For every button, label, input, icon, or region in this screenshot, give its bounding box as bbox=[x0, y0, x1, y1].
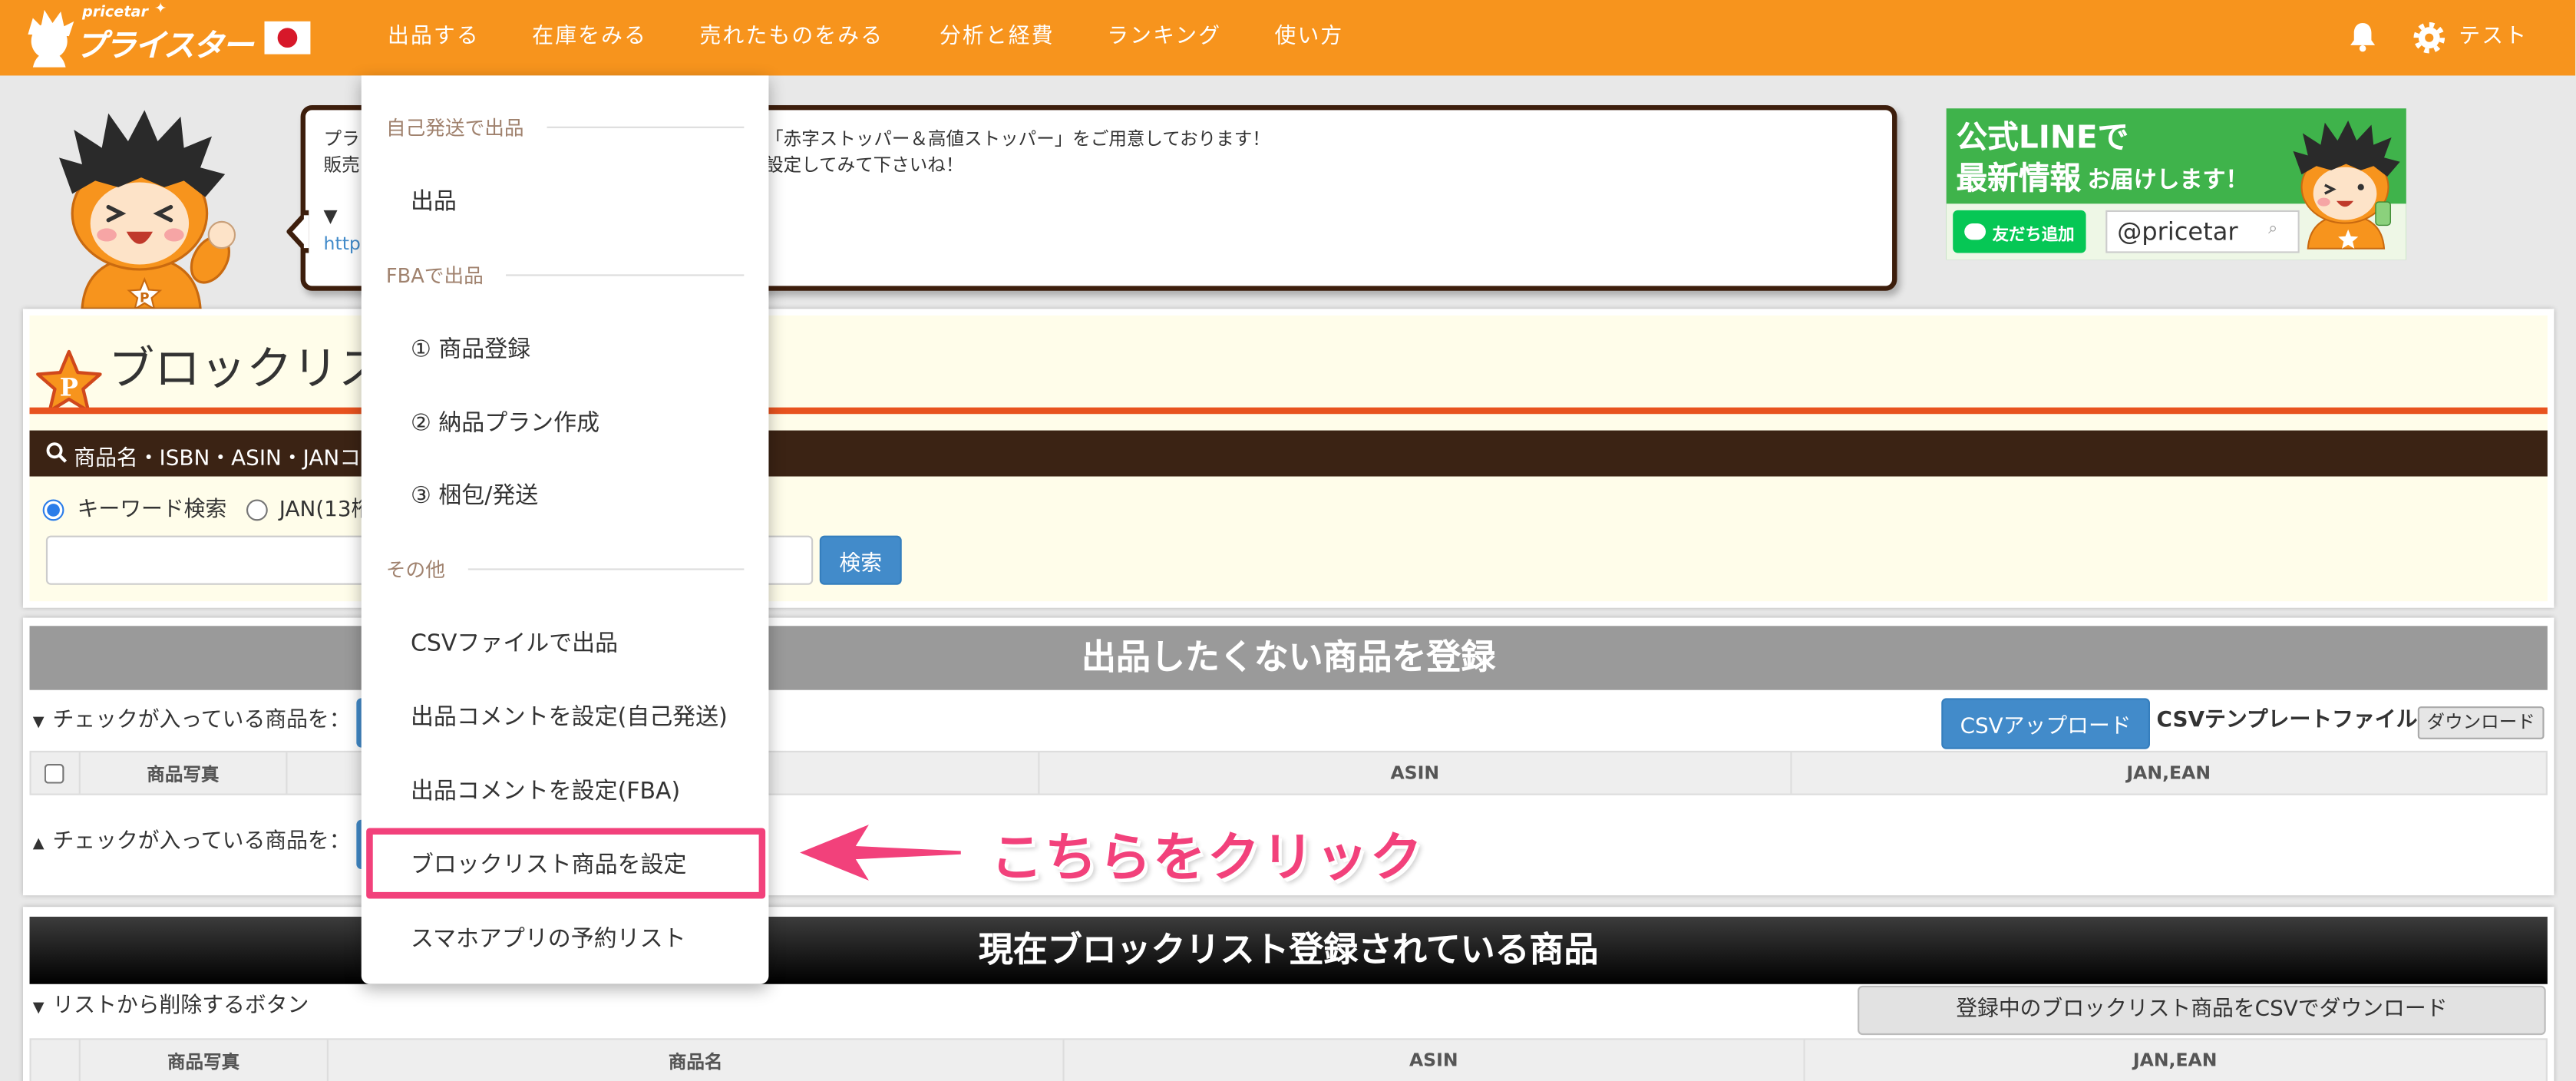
user-menu[interactable]: テスト bbox=[2459, 25, 2528, 51]
logo-small-text: pricetar bbox=[81, 5, 149, 21]
annotation-text: こちらをクリック bbox=[990, 826, 1425, 889]
menu-item-packing-shipping[interactable]: ③ 梱包/発送 bbox=[362, 458, 769, 531]
column-header-asin: ASIN bbox=[1065, 1040, 1805, 1081]
radio-jan-search[interactable] bbox=[246, 499, 268, 521]
caret-down-icon: ▼ bbox=[32, 714, 45, 732]
column-header-name: 商品名 bbox=[328, 1040, 1065, 1081]
add-friend-label: 友だち追加 bbox=[1992, 226, 2075, 244]
arrow-left-icon bbox=[800, 825, 961, 881]
menu-section-label: FBAで出品 bbox=[385, 263, 484, 287]
divider bbox=[467, 567, 745, 570]
gear-icon[interactable] bbox=[2413, 21, 2446, 55]
notice-line-1: 「赤字ストッパー＆高値ストッパー」をご用意しております！ bbox=[765, 127, 1270, 150]
menu-item-shipment-plan[interactable]: ② 納品プラン作成 bbox=[362, 386, 769, 458]
mascot-image: P bbox=[59, 110, 236, 309]
csv-template-label: CSVテンプレートファイル bbox=[2156, 708, 2418, 733]
japan-flag-icon[interactable] bbox=[264, 21, 311, 55]
nav-item-analysis[interactable]: 分析と経費 bbox=[940, 25, 1055, 51]
notice-toggle-arrow[interactable]: ▼ bbox=[324, 205, 338, 228]
logo-main-text: プライスター bbox=[75, 28, 253, 64]
menu-section-label: 自己発送で出品 bbox=[385, 115, 524, 139]
top-nav-bar: pricetar ✦ プライスター 出品する 在庫をみる 売れたものをみる 分析… bbox=[0, 0, 2576, 76]
radio-jan-label: JAN(13桁 bbox=[279, 498, 373, 523]
divider bbox=[547, 125, 745, 127]
add-friend-button[interactable]: 友だち追加 bbox=[1953, 210, 2086, 253]
sparkle-icon: ✦ bbox=[154, 2, 167, 18]
nav-item-howto[interactable]: 使い方 bbox=[1274, 25, 1343, 51]
bulk-action-label-top: チェックが入っている商品を： bbox=[52, 708, 351, 733]
caret-up-icon: ▲ bbox=[32, 836, 45, 853]
banner-line-2-small: お届けします！ bbox=[2087, 167, 2249, 194]
listing-dropdown-menu: 自己発送で出品 出品 FBAで出品 ① 商品登録 ② 納品プラン作成 ③ 梱包/… bbox=[361, 75, 769, 984]
notice-text-fragment: プラ bbox=[323, 127, 360, 150]
menu-section-label: その他 bbox=[385, 557, 445, 581]
radio-keyword-search[interactable] bbox=[42, 499, 64, 521]
page-title: ブロックリス bbox=[108, 342, 385, 396]
csv-upload-button[interactable]: CSVアップロード bbox=[1941, 698, 2150, 749]
line-id-search-box[interactable]: @pricetar ⌕ bbox=[2105, 210, 2300, 253]
column-header-jan: JAN,EAN bbox=[2132, 1050, 2218, 1072]
bulk-action-label-bottom: チェックが入っている商品を： bbox=[52, 829, 351, 855]
notice-text-fragment: 販売 bbox=[323, 154, 360, 176]
page: pricetar ✦ プライスター 出品する 在庫をみる 売れたものをみる 分析… bbox=[0, 0, 2576, 1081]
line-id-text: @pricetar bbox=[2117, 217, 2238, 246]
banner-line-2-big: 最新情報 bbox=[1956, 160, 2082, 197]
column-header-jan: JAN,EAN bbox=[2126, 762, 2211, 784]
menu-item-listing[interactable]: 出品 bbox=[362, 164, 769, 236]
search-bar-label: 商品名・ISBN・ASIN・JANコ bbox=[74, 447, 362, 472]
menu-section-fba: FBAで出品 bbox=[385, 258, 745, 291]
menu-item-csv-listing[interactable]: CSVファイルで出品 bbox=[362, 607, 769, 679]
menu-item-app-reservations[interactable]: スマホアプリの予約リスト bbox=[362, 902, 769, 974]
select-all-checkbox[interactable] bbox=[45, 762, 65, 783]
menu-item-product-registration[interactable]: ① 商品登録 bbox=[362, 312, 769, 385]
divider bbox=[506, 273, 745, 276]
banner-mascot-image bbox=[2293, 120, 2400, 250]
column-header-select bbox=[31, 1040, 81, 1081]
blocklist-table-header: 商品写真 商品名 ASIN JAN,EAN bbox=[29, 1038, 2548, 1081]
template-download-button[interactable]: ダウンロード bbox=[2417, 706, 2545, 739]
svg-text:P: P bbox=[60, 373, 78, 402]
column-header-photo: 商品写真 bbox=[81, 752, 288, 794]
remove-from-list-label: リストから削除するボタン bbox=[52, 993, 309, 1019]
logo[interactable]: pricetar ✦ プライスター bbox=[23, 2, 253, 71]
line-official-banner[interactable]: 公式LINEで 最新情報 お届けします！ 友だち追加 @pricetar ⌕ bbox=[1946, 108, 2406, 260]
notice-line-2: 設定してみて下さいね！ bbox=[765, 154, 964, 176]
csv-download-button[interactable]: 登録中のブロックリスト商品をCSVでダウンロード bbox=[1858, 985, 2546, 1036]
bubble-pointer bbox=[286, 210, 309, 253]
column-header-photo: 商品写真 bbox=[81, 1040, 329, 1081]
banner-line-1: 公式LINEで bbox=[1956, 120, 2129, 157]
highlight-box bbox=[366, 828, 766, 899]
menu-section-self-ship: 自己発送で出品 bbox=[385, 110, 745, 143]
nav-item-listing[interactable]: 出品する bbox=[388, 25, 480, 51]
bell-icon[interactable] bbox=[2349, 21, 2376, 53]
search-icon bbox=[46, 442, 68, 463]
svg-text:P: P bbox=[140, 291, 150, 306]
menu-section-other: その他 bbox=[385, 552, 745, 585]
nav-item-ranking[interactable]: ランキング bbox=[1107, 25, 1221, 51]
caret-down-icon: ▼ bbox=[32, 1000, 45, 1017]
nav-item-sold[interactable]: 売れたものをみる bbox=[700, 25, 884, 51]
menu-item-comment-self-ship[interactable]: 出品コメントを設定(自己発送) bbox=[362, 680, 769, 752]
search-icon: ⌕ bbox=[2268, 220, 2278, 239]
menu-item-comment-fba[interactable]: 出品コメントを設定(FBA) bbox=[362, 754, 769, 826]
select-all-cell bbox=[31, 752, 81, 794]
radio-keyword-label: キーワード検索 bbox=[77, 498, 227, 523]
nav-item-inventory[interactable]: 在庫をみる bbox=[532, 25, 647, 51]
column-header-asin: ASIN bbox=[1040, 752, 1792, 794]
notice-link[interactable]: http bbox=[324, 233, 361, 256]
line-chat-icon bbox=[1964, 223, 1986, 240]
logo-mascot-icon bbox=[28, 9, 74, 68]
search-button[interactable]: 検索 bbox=[819, 535, 902, 585]
